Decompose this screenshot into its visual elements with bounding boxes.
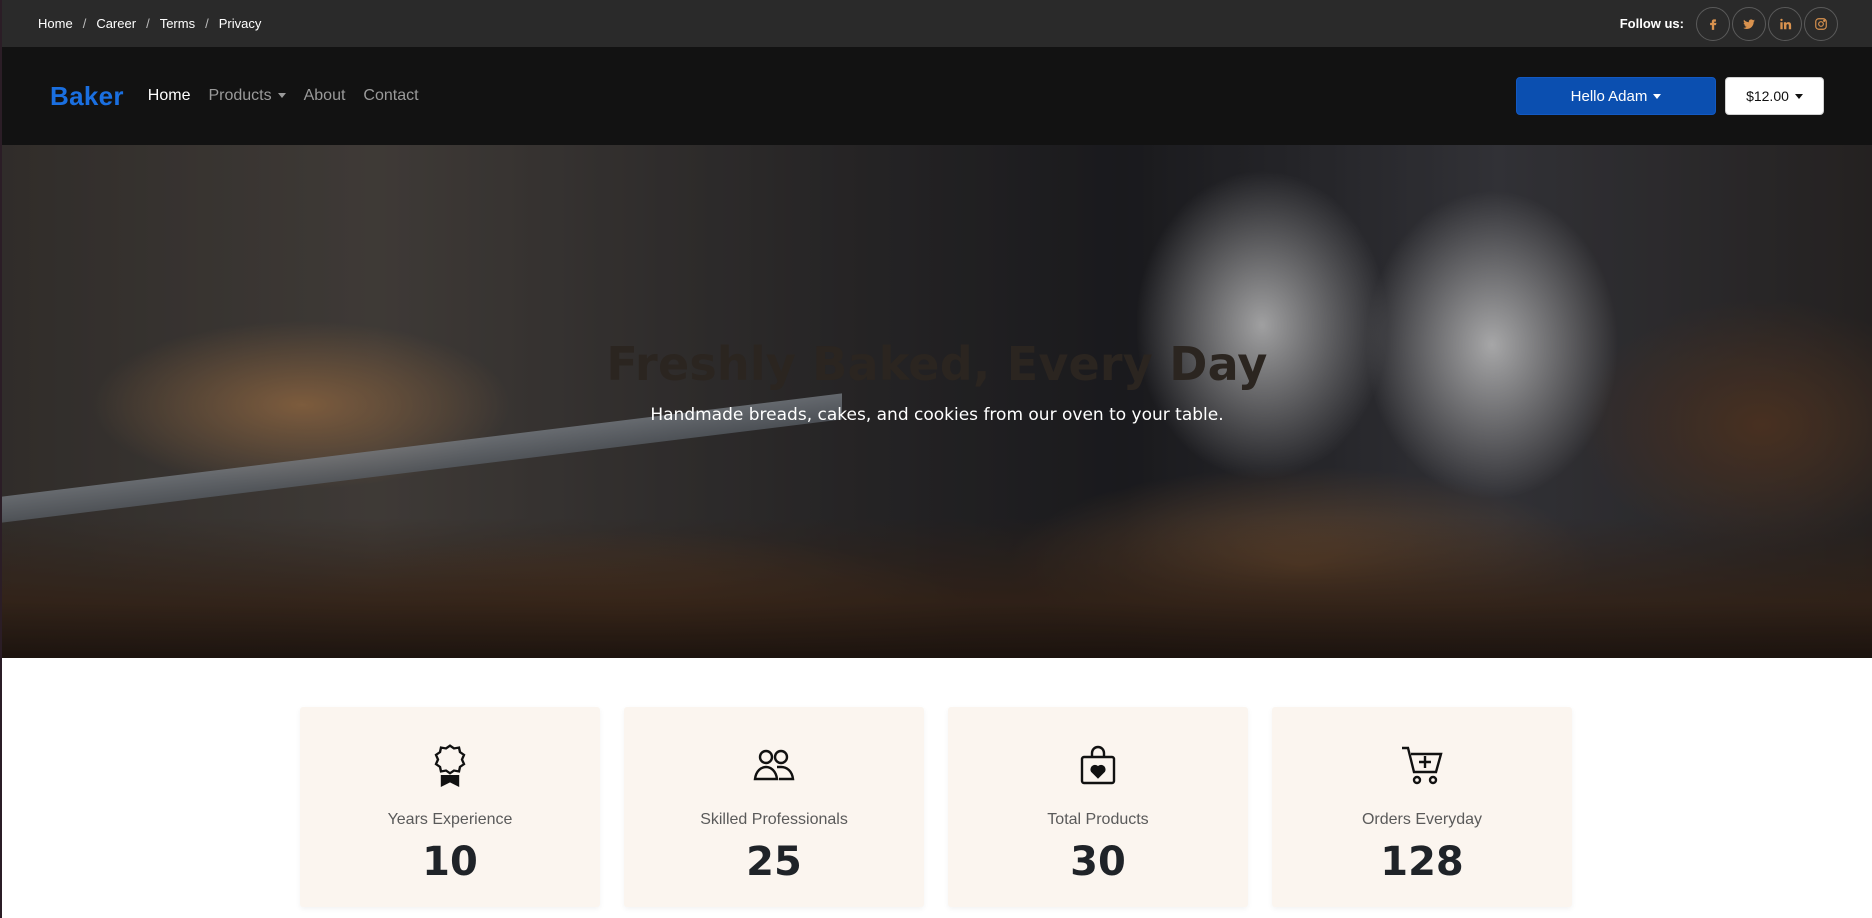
link-separator: /: [146, 16, 150, 31]
follow-us: Follow us:: [1619, 6, 1838, 41]
stat-value: 10: [422, 839, 478, 885]
nav-contact[interactable]: Contact: [363, 87, 418, 105]
top-links: Home / Career / Terms / Privacy: [38, 16, 261, 31]
linkedin-icon[interactable]: [1768, 6, 1802, 41]
page: Home / Career / Terms / Privacy Follow u…: [0, 0, 1872, 918]
nav-actions: Hello Adam $12.00: [1516, 77, 1824, 115]
nav-products-label: Products: [208, 87, 272, 104]
hero-text: Freshly Baked, Every Day Handmade breads…: [2, 337, 1872, 425]
stat-value: 128: [1380, 839, 1464, 885]
cart-total: $12.00: [1746, 88, 1789, 104]
cart-plus-icon: [1402, 746, 1443, 785]
hero-title: Freshly Baked, Every Day: [606, 337, 1268, 391]
nav-links: Home Products About Contact: [148, 87, 419, 105]
caret-down-icon: [277, 93, 286, 99]
stat-label: Orders Everyday: [1361, 811, 1483, 828]
stats-row: Years Experience 10 Skilled Professional…: [300, 707, 1572, 907]
follow-us-label: Follow us:: [1619, 16, 1684, 31]
brand-logo[interactable]: Baker: [50, 81, 124, 112]
caret-down-icon: [1794, 93, 1803, 99]
instagram-icon[interactable]: [1804, 6, 1838, 41]
top-link-career[interactable]: Career: [96, 16, 136, 31]
facebook-icon[interactable]: [1696, 6, 1730, 41]
twitter-icon[interactable]: [1732, 6, 1766, 41]
stat-card: Total Products 30: [948, 707, 1248, 907]
people-icon: [753, 749, 795, 781]
main-navbar: Baker Home Products About Contact Hello …: [2, 47, 1872, 145]
link-separator: /: [205, 16, 209, 31]
stat-label: Years Experience: [387, 811, 513, 828]
stat-card: Skilled Professionals 25: [624, 707, 924, 907]
hero-banner: Freshly Baked, Every Day Handmade breads…: [2, 145, 1872, 658]
cart-button[interactable]: $12.00: [1725, 77, 1824, 115]
nav-home[interactable]: Home: [148, 87, 191, 105]
top-link-home[interactable]: Home: [38, 16, 73, 31]
top-link-privacy[interactable]: Privacy: [219, 16, 262, 31]
stat-label: Skilled Professionals: [700, 811, 848, 828]
nav-products[interactable]: Products: [208, 87, 286, 105]
stat-value: 30: [1070, 839, 1126, 885]
user-menu-button[interactable]: Hello Adam: [1516, 77, 1716, 115]
user-menu-label: Hello Adam: [1570, 87, 1648, 105]
award-icon: [434, 744, 466, 787]
stat-value: 25: [746, 839, 802, 885]
stat-label: Total Products: [1047, 811, 1149, 828]
stat-card: Orders Everyday 128: [1272, 707, 1572, 907]
link-separator: /: [82, 16, 87, 31]
shopping-bag-icon: [1080, 745, 1116, 785]
caret-down-icon: [1653, 93, 1662, 99]
nav-about[interactable]: About: [304, 87, 346, 105]
stat-card: Years Experience 10: [300, 707, 600, 907]
top-link-terms[interactable]: Terms: [160, 16, 195, 31]
top-bar: Home / Career / Terms / Privacy Follow u…: [2, 0, 1872, 47]
hero-subtitle: Handmade breads, cakes, and cookies from…: [650, 405, 1224, 425]
